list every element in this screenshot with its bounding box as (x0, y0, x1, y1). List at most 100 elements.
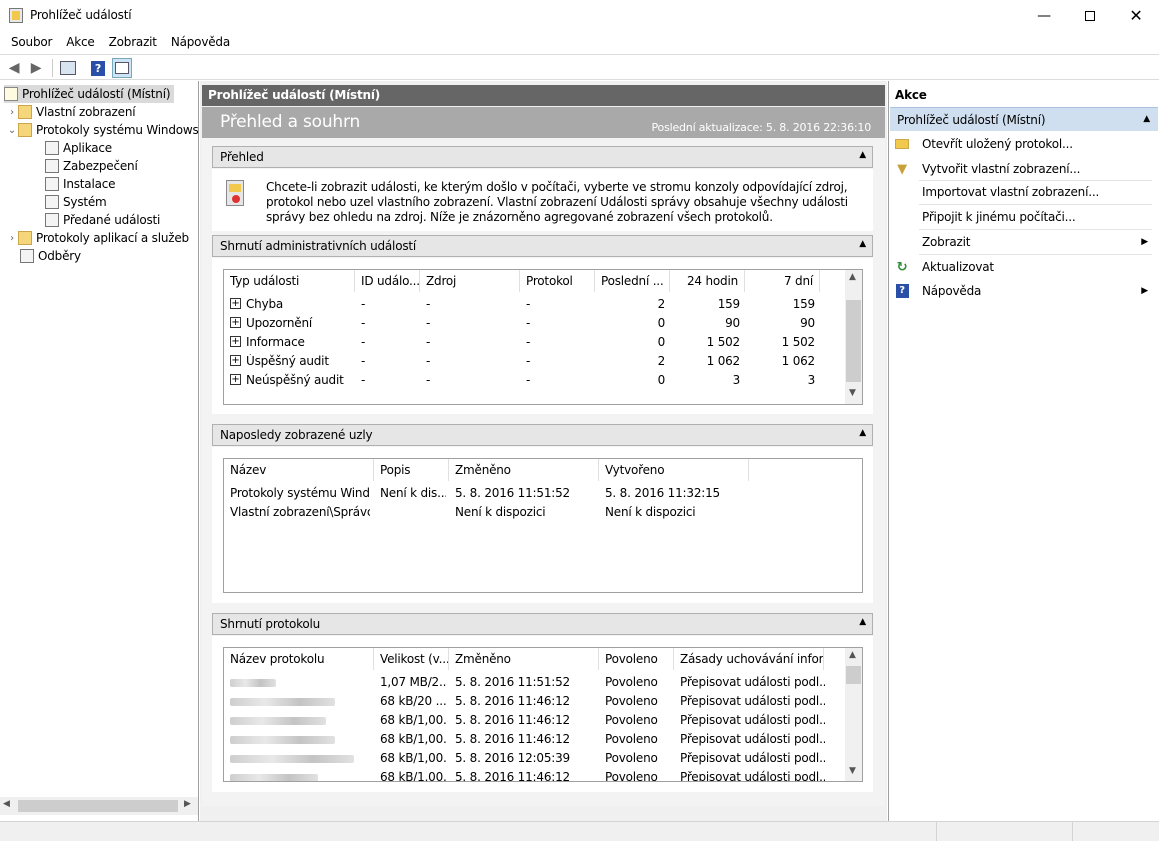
title-bar: Prohlížeč událostí — ✕ (0, 0, 1159, 31)
column-header[interactable]: Název (224, 459, 374, 481)
node-name-cell[interactable]: Protokoly systému Wind... (230, 486, 370, 500)
column-header[interactable]: 7 dní (745, 270, 820, 292)
scroll-up-icon[interactable]: ▲ (849, 650, 856, 660)
chevron-right-icon[interactable]: › (6, 107, 18, 118)
action-help[interactable]: ? Nápověda ▶ (894, 279, 1154, 303)
table-cell: 5. 8. 2016 11:46:12 (455, 713, 570, 727)
column-header[interactable]: 24 hodin (670, 270, 745, 292)
admin-grid-vertical-scrollbar[interactable]: ▲ ▼ (845, 270, 862, 404)
column-header[interactable]: Povoleno (599, 648, 674, 670)
tree-item-instalace[interactable]: Instalace (45, 175, 116, 193)
scroll-right-icon[interactable]: ▶ (184, 799, 191, 809)
action-open-saved-log[interactable]: Otevřít uložený protokol... (894, 132, 1154, 156)
column-header[interactable]: Velikost (v... (374, 648, 449, 670)
event-log-icon (226, 180, 244, 206)
expand-plus-icon[interactable]: + (230, 355, 241, 366)
expand-plus-icon[interactable]: + (230, 298, 241, 309)
tree-item-system[interactable]: Systém (45, 193, 107, 211)
section-title: Přehled (220, 150, 264, 164)
tree-item-aplikace[interactable]: Aplikace (45, 139, 112, 157)
column-header[interactable]: Vytvořeno (599, 459, 749, 481)
scroll-down-icon[interactable]: ▼ (849, 766, 856, 776)
tree-item-app-logs[interactable]: › Protokoly aplikací a služeb (6, 229, 189, 247)
tree-label: Protokoly aplikací a služeb (36, 231, 189, 245)
menu-zobrazit[interactable]: Zobrazit (102, 35, 164, 49)
admin-summary-section-header[interactable]: Shrnutí administrativních událostí ▲ (212, 235, 873, 257)
close-button[interactable]: ✕ (1113, 0, 1159, 31)
log-summary-grid: Název protokolu Velikost (v... Změněno P… (223, 647, 863, 782)
table-cell: - (361, 316, 366, 330)
event-type-cell[interactable]: Informace (246, 335, 366, 349)
node-name-cell[interactable]: Vlastní zobrazení\Správc... (230, 505, 370, 519)
chevron-down-icon[interactable]: ⌄ (6, 125, 18, 136)
column-header[interactable]: Změněno (449, 648, 599, 670)
scroll-thumb[interactable] (18, 800, 178, 812)
action-view[interactable]: Zobrazit ▶ (894, 230, 1154, 254)
blank-icon (894, 185, 910, 199)
table-cell: 68 kB/20 ... (380, 694, 446, 708)
scroll-thumb[interactable] (846, 300, 861, 382)
log-summary-section-header[interactable]: Shrnutí protokolu ▲ (212, 613, 873, 635)
tree-item-custom-views[interactable]: › Vlastní zobrazení (6, 103, 136, 121)
recent-nodes-section-header[interactable]: Naposledy zobrazené uzly ▲ (212, 424, 873, 446)
column-header[interactable]: Změněno (449, 459, 599, 481)
collapse-icon[interactable]: ▲ (859, 617, 866, 627)
log-icon (45, 195, 59, 209)
tree-item-zabezpeceni[interactable]: Zabezpečení (45, 157, 138, 175)
event-type-cell[interactable]: Úspěšný audit (246, 354, 366, 368)
chevron-right-icon[interactable]: › (6, 233, 18, 244)
menu-akce[interactable]: Akce (59, 35, 101, 49)
tree-root[interactable]: Prohlížeč událostí (Místní) (4, 85, 175, 103)
forward-arrow-icon[interactable]: ▶ (26, 58, 46, 78)
help-icon[interactable]: ? (88, 58, 108, 78)
tree-horizontal-scrollbar[interactable]: ◀ ▶ (0, 797, 198, 815)
scroll-left-icon[interactable]: ◀ (3, 799, 10, 809)
event-type-cell[interactable]: Upozornění (246, 316, 366, 330)
column-header[interactable]: ID událo... (355, 270, 420, 292)
column-header[interactable]: Zásady uchovávání infor... (674, 648, 824, 670)
collapse-icon[interactable]: ▲ (1143, 114, 1150, 124)
column-header[interactable]: Poslední ... (595, 270, 670, 292)
show-hide-console-tree-icon[interactable] (58, 58, 78, 78)
collapse-icon[interactable]: ▲ (859, 428, 866, 438)
show-action-pane-icon[interactable] (112, 58, 132, 78)
actions-group-header[interactable]: Prohlížeč událostí (Místní) ▲ (890, 107, 1158, 131)
log-grid-vertical-scrollbar[interactable]: ▲ ▼ (845, 648, 862, 781)
expand-plus-icon[interactable]: + (230, 317, 241, 328)
action-import-custom-view[interactable]: Importovat vlastní zobrazení... (894, 180, 1154, 204)
table-cell: 2 (657, 297, 665, 311)
column-header[interactable]: Název protokolu (224, 648, 374, 670)
minimize-button[interactable]: — (1021, 0, 1067, 31)
redacted-log-name (230, 755, 354, 763)
back-arrow-icon[interactable]: ◀ (4, 58, 24, 78)
scroll-down-icon[interactable]: ▼ (849, 388, 856, 398)
scroll-thumb[interactable] (846, 666, 861, 684)
column-header[interactable]: Protokol (520, 270, 595, 292)
menu-soubor[interactable]: Soubor (4, 35, 59, 49)
maximize-button[interactable] (1067, 0, 1113, 31)
table-cell: Povoleno (605, 770, 658, 782)
event-viewer-icon (4, 87, 18, 101)
menu-napoveda[interactable]: Nápověda (164, 35, 237, 49)
collapse-icon[interactable]: ▲ (859, 239, 866, 249)
action-connect-to-computer[interactable]: Připojit k jinému počítači... (894, 205, 1154, 229)
expand-plus-icon[interactable]: + (230, 336, 241, 347)
expand-plus-icon[interactable]: + (230, 374, 241, 385)
tree-item-predane[interactable]: Předané události (45, 211, 160, 229)
collapse-icon[interactable]: ▲ (859, 150, 866, 160)
overview-section-header[interactable]: Přehled ▲ (212, 146, 873, 168)
tree-label: Odběry (38, 249, 81, 263)
column-header[interactable]: Typ události (224, 270, 355, 292)
table-cell: - (361, 297, 366, 311)
tree-item-subscriptions[interactable]: Odběry (20, 247, 81, 265)
table-cell: Není k dispozici (455, 505, 546, 519)
action-refresh[interactable]: ↻ Aktualizovat (894, 255, 1154, 279)
tree-item-windows-logs[interactable]: ⌄ Protokoly systému Windows (6, 121, 199, 139)
column-header[interactable]: Popis (374, 459, 449, 481)
table-cell: Není k dispozici (605, 505, 696, 519)
action-create-custom-view[interactable]: ▼ Vytvořit vlastní zobrazení... (894, 157, 1154, 181)
column-header[interactable]: Zdroj (420, 270, 520, 292)
event-type-cell[interactable]: Neúspěšný audit (246, 373, 366, 387)
scroll-up-icon[interactable]: ▲ (849, 272, 856, 282)
event-type-cell[interactable]: Chyba (246, 297, 366, 311)
